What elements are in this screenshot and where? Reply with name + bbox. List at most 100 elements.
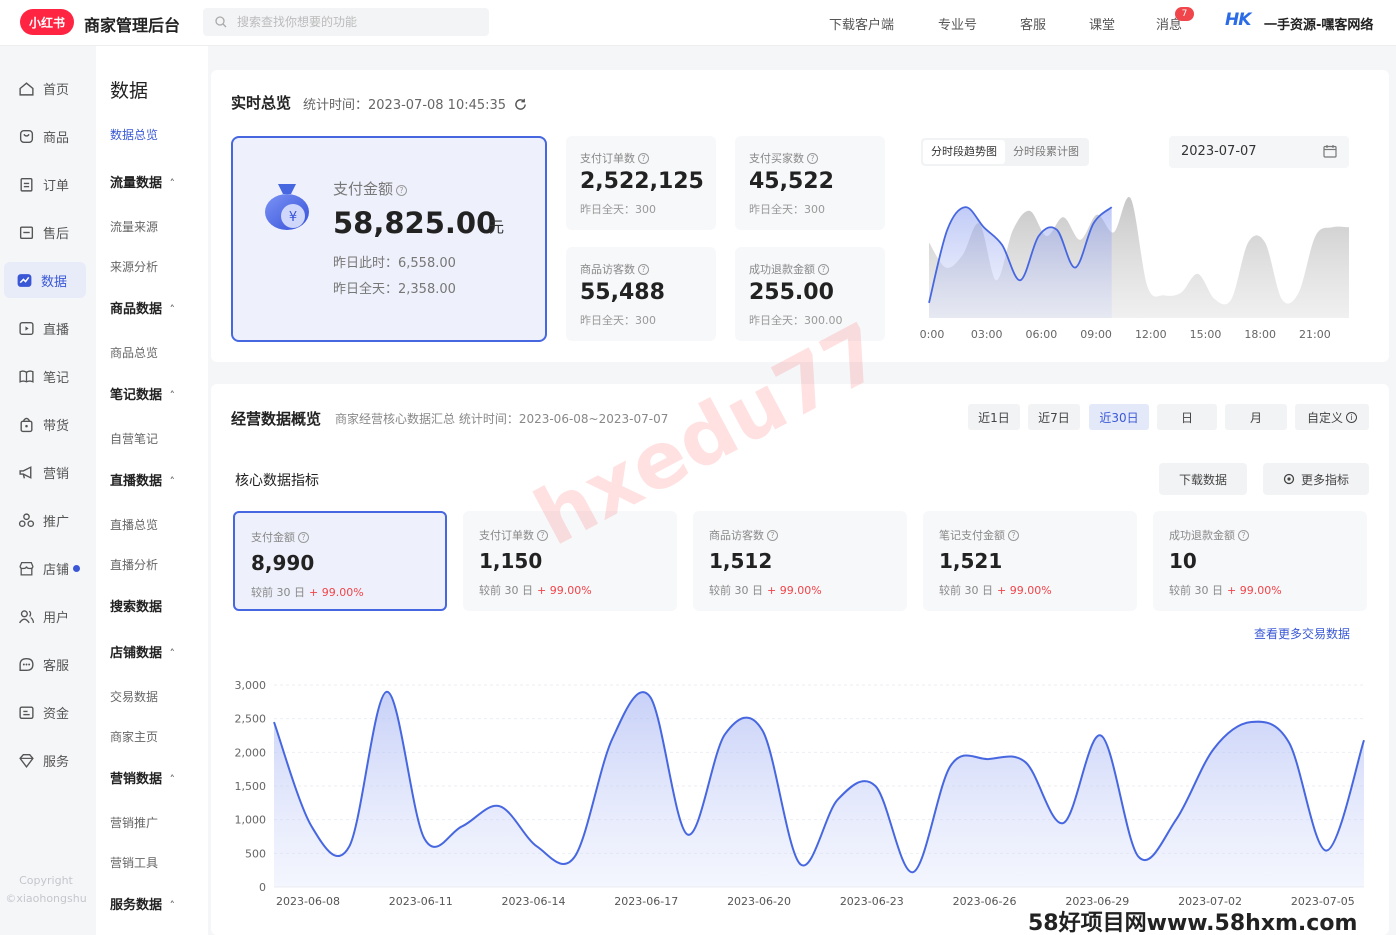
range-month-button[interactable]: 月: [1225, 404, 1287, 430]
y-tick-label: 2,500: [235, 713, 267, 726]
help-icon: ?: [1238, 530, 1249, 541]
range-1d-button[interactable]: 近1日: [968, 404, 1020, 430]
x-tick-label: 2023-06-08: [276, 895, 340, 908]
y-tick-label: 1,500: [235, 780, 267, 793]
help-icon: ?: [638, 264, 649, 275]
subnav-item[interactable]: 商家主页: [110, 728, 158, 745]
chevron-up-icon: ˄: [166, 475, 176, 488]
nav-item[interactable]: 服务: [0, 742, 96, 778]
stat-card-orders[interactable]: 支付订单数? 2,522,125 昨日全天：300: [566, 136, 716, 230]
nav-item[interactable]: 笔记: [0, 358, 96, 394]
nav-item-label: 资金: [43, 706, 70, 722]
nav-item[interactable]: 订单: [0, 166, 96, 202]
more-trade-data-link[interactable]: 查看更多交易数据: [1254, 625, 1350, 642]
tab-cumulative[interactable]: 分时段累计图: [1005, 140, 1087, 164]
subnav-item[interactable]: 直播分析: [110, 556, 158, 573]
nav-item[interactable]: 数据: [4, 262, 86, 298]
nav-item[interactable]: 售后: [0, 214, 96, 250]
payment-amount-label: 支付金额?: [333, 178, 408, 199]
nav-item[interactable]: 首页: [0, 70, 96, 106]
wallet-icon: [19, 705, 34, 719]
note-icon: [19, 369, 34, 383]
subnav-item[interactable]: 流量来源: [110, 218, 158, 235]
subnav-item[interactable]: 自营笔记: [110, 430, 158, 447]
search-input[interactable]: [237, 15, 467, 29]
metric-card[interactable]: 商品访客数? 1,512 较前 30 日 + 99.00%: [693, 511, 907, 611]
search-box[interactable]: [203, 8, 489, 36]
subnav-item[interactable]: 营销工具: [110, 854, 158, 871]
subnav-item[interactable]: 交易数据: [110, 688, 158, 705]
nav-item[interactable]: 带货: [0, 406, 96, 442]
nav-item-label: 营销: [43, 466, 70, 482]
help-icon: ?: [537, 530, 548, 541]
nav-item[interactable]: 用户: [0, 598, 96, 634]
metric-card[interactable]: 成功退款金额? 10 较前 30 日 + 99.00%: [1153, 511, 1367, 611]
stat-card-visitors[interactable]: 商品访客数? 55,488 昨日全天：300: [566, 247, 716, 341]
subnav-group[interactable]: 直播数据 ˄: [110, 470, 175, 489]
date-picker[interactable]: 2023-07-07: [1169, 136, 1349, 168]
subnav-group[interactable]: 营销数据 ˄: [110, 768, 175, 787]
metric-compare: 较前 30 日 + 99.00%: [479, 584, 592, 597]
y-tick-label: 1,000: [235, 814, 267, 827]
payment-amount-card[interactable]: ¥ 支付金额? 58,825.00 元 昨日此时：6,558.00 昨日全天：2…: [231, 136, 547, 342]
metric-compare: 较前 30 日 + 99.00%: [939, 584, 1052, 597]
subnav-group[interactable]: 商品数据 ˄: [110, 298, 175, 317]
nav-item[interactable]: 店铺: [0, 550, 96, 586]
range-day-button[interactable]: 日: [1157, 404, 1217, 430]
subnav-item[interactable]: 商品总览: [110, 344, 158, 361]
chevron-up-icon: ˄: [166, 177, 176, 190]
range-30d-button[interactable]: 近30日: [1089, 404, 1149, 430]
nav-item[interactable]: 客服: [0, 646, 96, 682]
professional-account-link[interactable]: 专业号: [938, 14, 977, 33]
core-metrics-title: 核心数据指标: [235, 473, 319, 489]
subnav-group[interactable]: 笔记数据 ˄: [110, 384, 175, 403]
subnav-item[interactable]: 来源分析: [110, 258, 158, 275]
stat-value: 55,488: [580, 280, 665, 305]
realtime-trend-chart: 0:00 03:00 06:00 09:00 12:00 15:00 18:00 21:00: [920, 196, 1349, 341]
range-custom-button[interactable]: 自定义 i: [1295, 404, 1369, 430]
stat-card-buyers[interactable]: 支付买家数? 45,522 昨日全天：300: [735, 136, 885, 230]
nav-item[interactable]: 营销: [0, 454, 96, 490]
x-tick-label: 12:00: [1135, 328, 1167, 341]
xiaohongshu-logo[interactable]: 小红书: [20, 9, 74, 35]
download-client-link[interactable]: 下载客户端: [829, 14, 894, 33]
account-avatar[interactable]: HK: [1225, 10, 1251, 30]
y-tick-label: 3,000: [235, 679, 267, 692]
main-sidebar: 首页商品订单售后数据直播笔记带货营销推广店铺用户客服资金服务: [0, 46, 96, 935]
subnav-group[interactable]: 流量数据 ˄: [110, 172, 175, 191]
range-7d-button[interactable]: 近7日: [1028, 404, 1080, 430]
nav-item[interactable]: 直播: [0, 310, 96, 346]
nav-item-label: 数据: [41, 274, 68, 290]
metric-card[interactable]: 笔记支付金额? 1,521 较前 30 日 + 99.00%: [923, 511, 1137, 611]
tab-trend[interactable]: 分时段趋势图: [923, 140, 1005, 164]
subnav-item[interactable]: 数据总览: [110, 126, 158, 143]
subnav-group[interactable]: 搜索数据: [110, 596, 162, 615]
x-tick-label: 06:00: [1026, 328, 1058, 341]
metric-card[interactable]: 支付订单数? 1,150 较前 30 日 + 99.00%: [463, 511, 677, 611]
chevron-up-icon: ˄: [166, 389, 176, 402]
nav-item[interactable]: 推广: [0, 502, 96, 538]
stat-sub: 昨日全天：300.00: [749, 314, 843, 327]
refresh-icon[interactable]: [514, 98, 527, 111]
subnav-group[interactable]: 服务数据 ˄: [110, 894, 175, 913]
metric-card[interactable]: 支付金额? 8,990 较前 30 日 + 99.00%: [233, 511, 447, 611]
payment-amount-value: 58,825.00: [333, 206, 497, 240]
series-area: [274, 691, 1364, 887]
download-data-button[interactable]: 下载数据: [1159, 463, 1247, 495]
subnav-item[interactable]: 直播总览: [110, 516, 158, 533]
subnav-group[interactable]: 店铺数据 ˄: [110, 642, 175, 661]
stat-card-refunds[interactable]: 成功退款金额? 255.00 昨日全天：300.00: [735, 247, 885, 341]
customer-service-link[interactable]: 客服: [1020, 14, 1046, 33]
nav-item[interactable]: 商品: [0, 118, 96, 154]
nav-item-label: 推广: [43, 514, 70, 530]
subnav-item[interactable]: 营销推广: [110, 814, 158, 831]
more-metrics-button[interactable]: 更多指标: [1263, 463, 1369, 495]
help-icon: ?: [807, 153, 818, 164]
classroom-link[interactable]: 课堂: [1089, 14, 1115, 33]
x-tick-label: 2023-06-17: [614, 895, 678, 908]
help-icon: ?: [767, 530, 778, 541]
live-icon: [19, 321, 34, 335]
shop-name[interactable]: 一手资源-嘿客网络: [1264, 14, 1373, 33]
chart-mode-tabs: 分时段趋势图 分时段累计图: [921, 138, 1089, 166]
nav-item[interactable]: 资金: [0, 694, 96, 730]
